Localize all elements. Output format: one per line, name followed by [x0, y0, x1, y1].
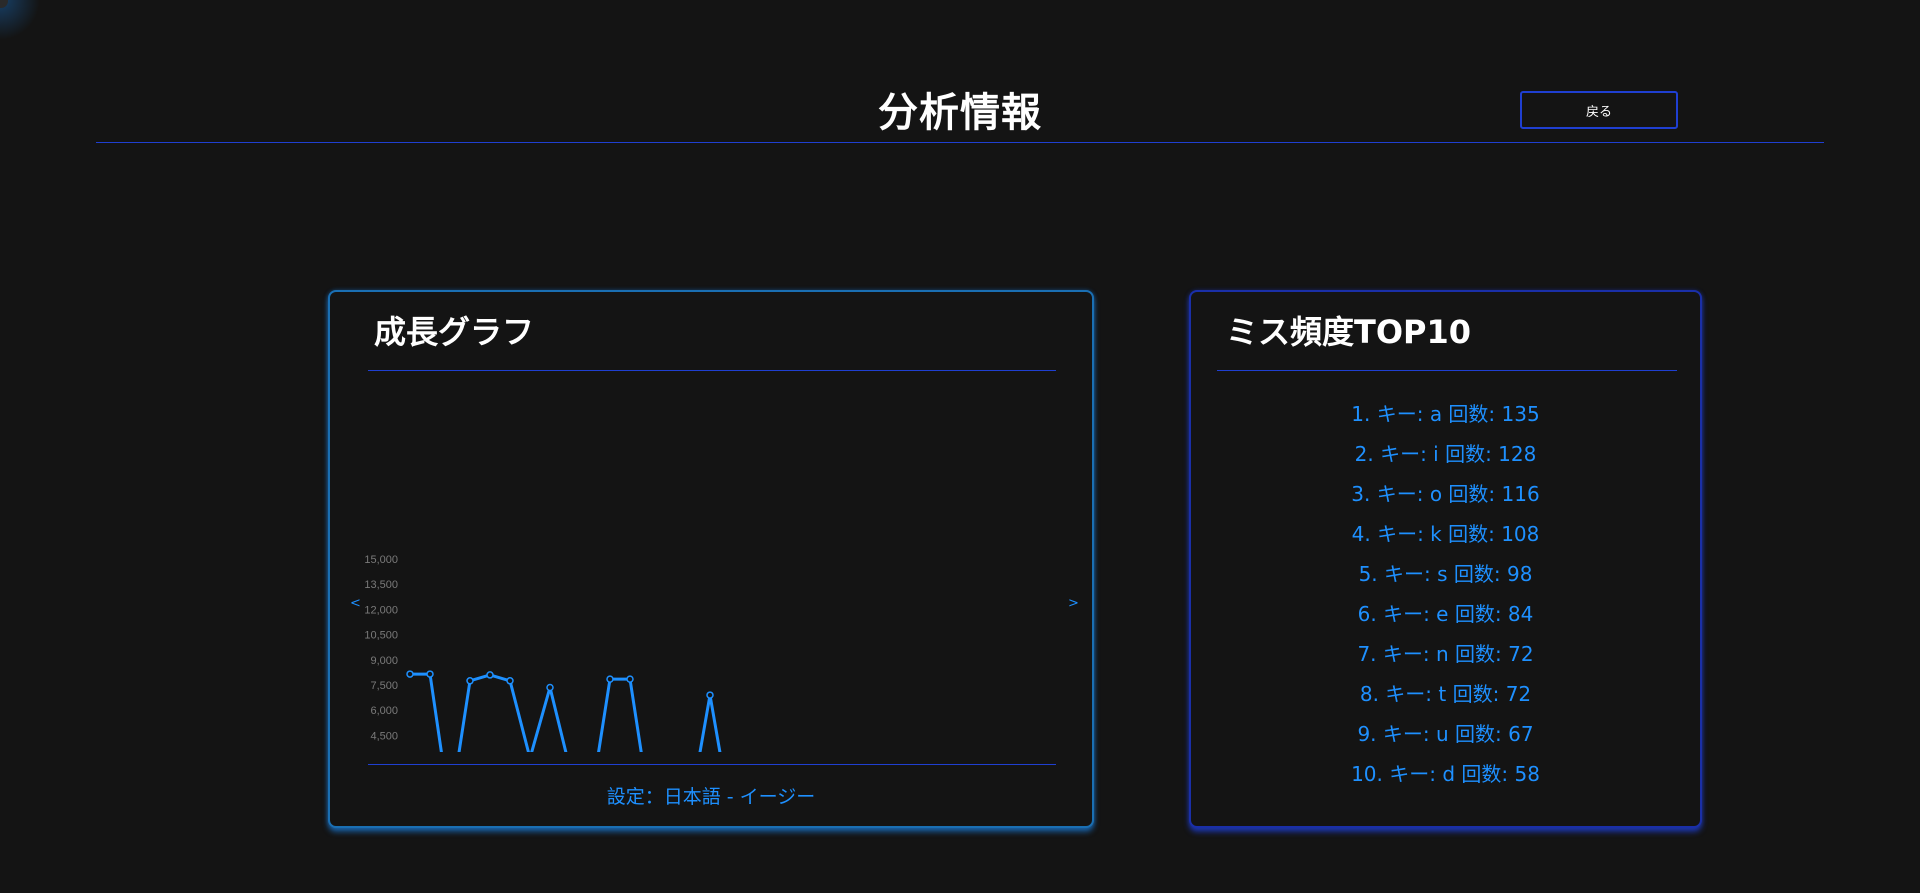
growth-card-divider-bottom — [368, 764, 1056, 765]
settings-label: 設定：日本語 - イージー — [606, 786, 816, 808]
miss-list-item: 1. キー: a 回数: 135 — [1351, 402, 1540, 426]
growth-chart-title: 成長グラフ — [374, 313, 535, 351]
miss-list-item: 3. キー: o 回数: 116 — [1351, 482, 1540, 506]
y-tick-label: 12,000 — [364, 604, 398, 616]
y-tick-label: 4,500 — [370, 730, 398, 742]
miss-frequency-list: 1. キー: a 回数: 135 2. キー: i 回数: 128 3. キー: o… — [1191, 394, 1700, 794]
y-tick-label: 6,000 — [370, 705, 398, 717]
data-point[interactable] — [426, 670, 434, 678]
miss-list-item: 4. キー: k 回数: 108 — [1351, 522, 1540, 546]
miss-list-item: 9. キー: u 回数: 67 — [1357, 722, 1534, 746]
miss-list-item: 8. キー: t 回数: 72 — [1359, 682, 1532, 706]
miss-list-item: 6. キー: e 回数: 84 — [1357, 602, 1534, 626]
y-tick-label: 13,500 — [364, 579, 398, 591]
data-point[interactable] — [466, 677, 474, 685]
page-header: 分析情報 戻る — [96, 78, 1824, 143]
growth-chart-card: 成長グラフ 01,5003,0004,5006,0007,5009,00010,… — [328, 290, 1094, 828]
chart-prev-arrow[interactable]: < — [350, 596, 361, 611]
data-point[interactable] — [506, 677, 514, 685]
corner-glow — [0, 0, 40, 40]
miss-list-item: 7. キー: n 回数: 72 — [1357, 642, 1534, 666]
data-point[interactable] — [606, 675, 614, 683]
data-point[interactable] — [626, 675, 634, 683]
data-point[interactable] — [486, 671, 494, 679]
growth-card-divider-top — [368, 370, 1056, 371]
y-tick-label: 15,000 — [364, 554, 398, 566]
growth-line-chart: 01,5003,0004,5006,0007,5009,00010,50012,… — [364, 554, 722, 752]
y-tick-label: 9,000 — [370, 655, 398, 667]
data-point[interactable] — [406, 670, 414, 678]
chart-next-arrow[interactable]: > — [1068, 596, 1079, 611]
data-point[interactable] — [706, 691, 714, 699]
miss-list-item: 10. キー: d 回数: 58 — [1351, 762, 1540, 786]
data-point[interactable] — [546, 683, 554, 692]
y-tick-label: 7,500 — [370, 680, 398, 692]
miss-list-item: 2. キー: i 回数: 128 — [1354, 442, 1537, 466]
miss-frequency-card: ミス頻度TOP10 1. キー: a 回数: 135 2. キー: i 回数: 1… — [1189, 290, 1702, 828]
miss-card-divider-top — [1217, 370, 1677, 371]
back-button[interactable]: 戻る — [1520, 91, 1678, 129]
y-tick-label: 10,500 — [364, 630, 398, 642]
miss-list-item: 5. キー: s 回数: 98 — [1358, 562, 1533, 586]
miss-frequency-title: ミス頻度TOP10 — [1226, 313, 1472, 351]
series-line — [410, 672, 722, 752]
